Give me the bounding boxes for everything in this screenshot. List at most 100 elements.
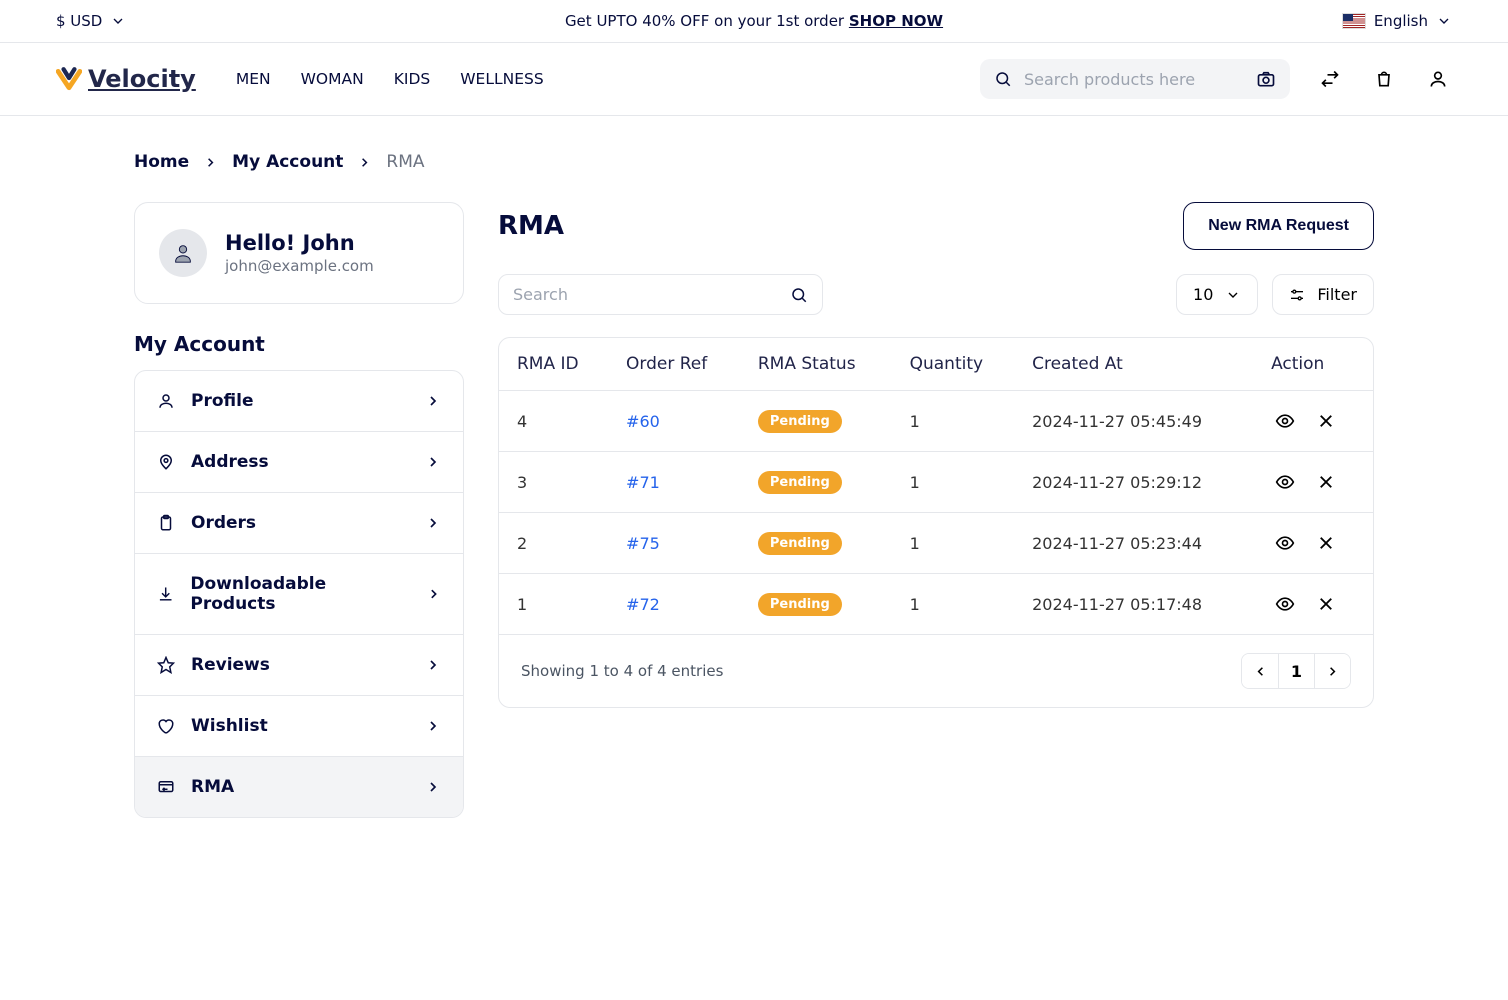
page-prev-button[interactable] [1242,654,1278,688]
status-badge: Pending [758,593,842,616]
cell-created: 2024-11-27 05:23:44 [1018,513,1257,574]
search-icon [790,286,808,304]
account-button[interactable] [1424,65,1452,93]
compare-button[interactable] [1316,65,1344,93]
header-search[interactable] [980,59,1290,99]
cell-created: 2024-11-27 05:29:12 [1018,452,1257,513]
top-bar: $ USD Get UPTO 40% OFF on your 1st order… [0,0,1508,43]
eye-icon [1275,411,1295,431]
new-rma-button[interactable]: New RMA Request [1183,202,1374,250]
table-search[interactable] [498,274,823,315]
rma-table-card: RMA ID Order Ref RMA Status Quantity Cre… [498,337,1374,708]
delete-button[interactable] [1313,408,1339,434]
chevron-right-icon [203,155,218,170]
sidebar-item-profile[interactable]: Profile [135,371,463,432]
close-icon [1317,595,1335,613]
status-badge: Pending [758,410,842,433]
order-link[interactable]: #75 [626,534,660,553]
location-icon [157,453,175,471]
order-link[interactable]: #72 [626,595,660,614]
nav-wellness[interactable]: WELLNESS [460,70,543,88]
close-icon [1317,412,1335,430]
chevron-right-icon [426,586,441,602]
cell-created: 2024-11-27 05:17:48 [1018,574,1257,635]
brand-logo[interactable]: Velocity [56,65,196,93]
close-icon [1317,534,1335,552]
chevron-left-icon [1253,664,1268,679]
account-sidebar: Hello! John john@example.com My Account … [134,202,464,818]
cell-id: 2 [499,513,612,574]
chevron-right-icon [425,393,441,409]
order-link[interactable]: #60 [626,412,660,431]
status-badge: Pending [758,532,842,555]
page-size-select[interactable]: 10 [1176,274,1258,315]
view-button[interactable] [1271,468,1299,496]
sidebar-item-address[interactable]: Address [135,432,463,493]
clipboard-icon [157,514,175,532]
cart-button[interactable] [1370,65,1398,93]
table-search-input[interactable] [513,285,780,304]
cell-qty: 1 [896,513,1019,574]
sidebar-item-downloads[interactable]: Downloadable Products [135,554,463,635]
cell-created: 2024-11-27 05:45:49 [1018,391,1257,452]
cell-qty: 1 [896,391,1019,452]
page-number-button[interactable]: 1 [1278,654,1314,688]
promo-banner: Get UPTO 40% OFF on your 1st order SHOP … [565,12,943,30]
star-icon [157,656,175,674]
logo-mark-icon [56,66,82,92]
cell-id: 4 [499,391,612,452]
promo-text: Get UPTO 40% OFF on your 1st order [565,12,849,30]
chevron-down-icon [1436,13,1452,29]
language-selector[interactable]: English [1342,12,1452,30]
bag-icon [1374,69,1394,89]
delete-button[interactable] [1313,469,1339,495]
camera-icon[interactable] [1256,69,1276,89]
cell-id: 3 [499,452,612,513]
sidebar-item-orders[interactable]: Orders [135,493,463,554]
sidebar-item-label: Reviews [191,655,270,675]
chevron-right-icon [425,657,441,673]
pagination: 1 [1241,653,1351,689]
sidebar-item-label: Wishlist [191,716,268,736]
currency-selector[interactable]: $ USD [56,12,126,30]
nav-kids[interactable]: KIDS [394,70,431,88]
table-row: 2 #75 Pending 12024-11-27 05:23:44 [499,513,1373,574]
sidebar-heading: My Account [134,332,464,356]
sidebar-item-label: RMA [191,777,234,797]
heart-icon [157,717,175,735]
sidebar-item-rma[interactable]: RMA [135,757,463,817]
delete-button[interactable] [1313,530,1339,556]
sidebar-item-wishlist[interactable]: Wishlist [135,696,463,757]
chevron-right-icon [1325,664,1340,679]
search-input[interactable] [1024,70,1244,89]
search-icon [994,70,1012,88]
nav-men[interactable]: MEN [236,70,271,88]
nav-woman[interactable]: WOMAN [301,70,364,88]
chevron-down-icon [110,13,126,29]
account-menu: Profile Address Orders Downloadable Prod… [134,370,464,818]
sidebar-item-label: Downloadable Products [190,574,409,614]
rma-table: RMA ID Order Ref RMA Status Quantity Cre… [499,338,1373,634]
cell-id: 1 [499,574,612,635]
breadcrumb-account[interactable]: My Account [232,152,343,172]
return-icon [157,778,175,796]
view-button[interactable] [1271,407,1299,435]
sliders-icon [1289,287,1305,303]
page-title: RMA [498,211,564,241]
view-button[interactable] [1271,529,1299,557]
breadcrumb-home[interactable]: Home [134,152,189,172]
sidebar-item-reviews[interactable]: Reviews [135,635,463,696]
swap-icon [1320,69,1340,89]
delete-button[interactable] [1313,591,1339,617]
view-button[interactable] [1271,590,1299,618]
user-placeholder-icon [172,242,194,264]
flag-us-icon [1342,13,1366,29]
filter-button[interactable]: Filter [1272,274,1374,315]
user-email: john@example.com [225,257,374,275]
brand-name: Velocity [88,65,196,93]
currency-label: $ USD [56,12,102,30]
chevron-down-icon [1225,287,1241,303]
promo-link[interactable]: SHOP NOW [849,12,943,30]
page-next-button[interactable] [1314,654,1350,688]
order-link[interactable]: #71 [626,473,660,492]
